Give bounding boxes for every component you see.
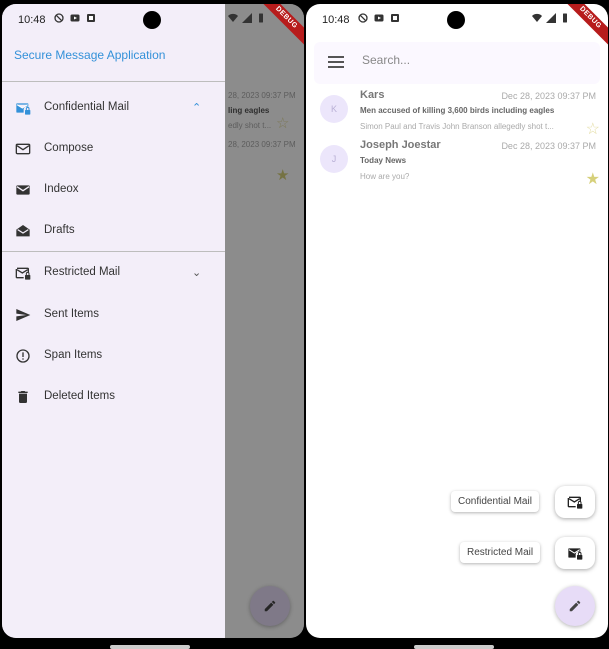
youtube-icon <box>374 14 384 22</box>
mail-sender: Kars <box>360 89 385 101</box>
menu-icon[interactable] <box>328 56 344 68</box>
avatar: J <box>320 145 348 173</box>
fab-option-restricted-button[interactable] <box>555 537 595 569</box>
section-restricted-mail[interactable]: Restricted Mail ⌄ <box>2 257 225 289</box>
mail-subject: Men accused of killing 3,600 birds inclu… <box>360 106 555 115</box>
status-system-icons <box>228 13 266 23</box>
compose-fab[interactable] <box>555 586 595 626</box>
navigation-drawer: Secure Message Application Confidential … <box>2 4 225 638</box>
wifi-icon <box>228 13 238 22</box>
mail-lock-icon <box>567 496 583 509</box>
chevron-up-icon: ⌃ <box>192 102 202 114</box>
mail-date: Dec 28, 2023 09:37 PM <box>501 141 596 151</box>
drawer-item-label: Drafts <box>44 224 75 236</box>
right-screen: 10:48 DEBUG Search... K Kars Dec 28, 202… <box>306 4 608 638</box>
wifi-icon <box>532 13 542 22</box>
system-nav-bar <box>306 638 608 649</box>
drawer-item-indeox[interactable]: Indeox <box>2 174 225 206</box>
mail-subject: Today News <box>360 156 407 165</box>
mail-lock-icon <box>16 103 31 115</box>
youtube-icon <box>70 14 80 22</box>
drawer-item-deleted-items[interactable]: Deleted Items <box>2 381 225 413</box>
left-screen: 28, 2023 09:37 PM ling eagles edly shot … <box>2 4 304 638</box>
mail-filled-icon <box>16 185 30 195</box>
divider <box>2 81 225 82</box>
drawer-item-label: Compose <box>44 142 94 154</box>
mail-lock-icon <box>15 267 31 280</box>
drawer-item-sent-items[interactable]: Sent Items <box>2 299 225 331</box>
drawer-item-label: Indeox <box>44 183 79 195</box>
mail-date: Dec 28, 2023 09:37 PM <box>501 91 596 101</box>
chevron-down-icon: ⌄ <box>192 267 202 279</box>
home-indicator[interactable] <box>414 645 494 649</box>
front-camera <box>143 11 161 29</box>
mail-preview: Simon Paul and Travis John Branson alleg… <box>360 122 554 131</box>
report-icon <box>16 349 30 363</box>
left-device: 28, 2023 09:37 PM ling eagles edly shot … <box>2 0 304 649</box>
dnd-icon <box>54 13 64 23</box>
right-device: 10:48 DEBUG Search... K Kars Dec 28, 202… <box>306 0 608 649</box>
avatar: K <box>320 95 348 123</box>
search-bar: Search... <box>314 42 600 84</box>
mail-sender: Joseph Joestar <box>360 139 441 151</box>
search-input[interactable]: Search... <box>362 53 410 67</box>
send-icon <box>16 309 31 321</box>
status-system-icons <box>532 13 570 23</box>
home-indicator[interactable] <box>110 645 190 649</box>
section-confidential-mail[interactable]: Confidential Mail ⌃ <box>2 92 225 124</box>
list-item[interactable]: K Kars Dec 28, 2023 09:37 PM Men accused… <box>314 89 604 139</box>
drawer-item-compose[interactable]: Compose <box>2 133 225 165</box>
status-time: 10:48 <box>322 14 350 26</box>
mail-outline-icon <box>15 143 31 155</box>
fab-option-restricted-label[interactable]: Restricted Mail <box>460 542 541 563</box>
app-icon <box>87 14 95 22</box>
drawer-item-label: Sent Items <box>44 308 99 320</box>
drawer-item-drafts[interactable]: Drafts <box>2 215 225 247</box>
signal-icon <box>242 13 252 23</box>
status-bar: 10:48 DEBUG <box>306 4 608 51</box>
status-time: 10:48 <box>18 14 46 26</box>
battery-icon <box>259 13 263 23</box>
app-icon <box>391 14 399 22</box>
drawer-item-label: Deleted Items <box>44 390 115 402</box>
status-notification-icons <box>358 13 400 23</box>
status-notification-icons <box>54 13 96 23</box>
section-restricted-label: Restricted Mail <box>44 266 121 278</box>
drawer-item-label: Span Items <box>44 349 103 361</box>
dnd-icon <box>358 13 368 23</box>
drawer-item-span-items[interactable]: Span Items <box>2 340 225 372</box>
signal-icon <box>546 13 556 23</box>
fab-option-confidential-label[interactable]: Confidential Mail <box>451 491 539 512</box>
status-bar: 10:48 DEBUG <box>2 4 304 51</box>
delete-icon <box>18 391 28 403</box>
star-filled-icon[interactable]: ★ <box>586 169 600 189</box>
list-item[interactable]: J Joseph Joestar Dec 28, 2023 09:37 PM T… <box>314 139 604 189</box>
mail-lock-filled-icon <box>568 548 583 560</box>
drawer-title: Secure Message Application <box>14 48 166 62</box>
drafts-icon <box>16 225 30 237</box>
fab-option-confidential-button[interactable] <box>555 486 595 518</box>
battery-icon <box>563 13 567 23</box>
divider <box>2 251 225 252</box>
mail-preview: How are you? <box>360 172 410 181</box>
system-nav-bar <box>2 638 304 649</box>
front-camera <box>447 11 465 29</box>
star-outline-icon[interactable]: ☆ <box>586 119 600 139</box>
section-confidential-label: Confidential Mail <box>44 101 130 113</box>
edit-icon <box>569 600 581 612</box>
